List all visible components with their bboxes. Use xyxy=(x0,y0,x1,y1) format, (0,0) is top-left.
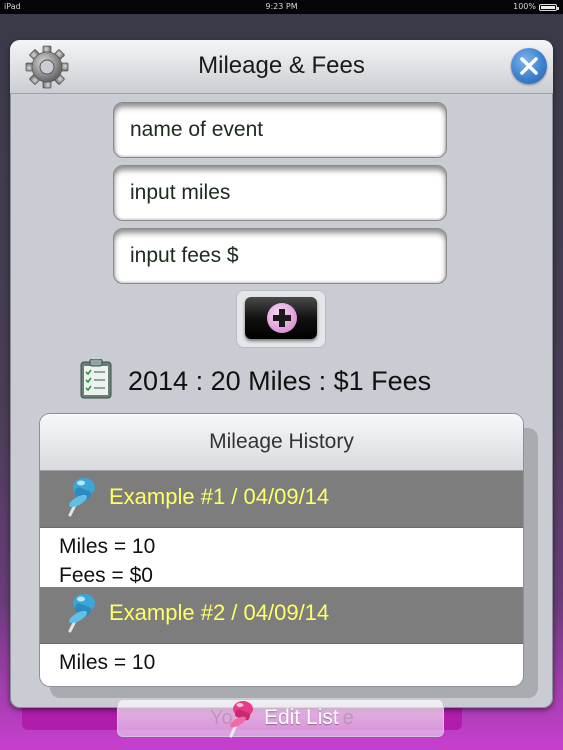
clock: 9:23 PM xyxy=(265,2,298,11)
pushpin-icon xyxy=(229,701,253,738)
miles-field[interactable]: input miles xyxy=(113,165,447,221)
entry-fees: Fees = $0 xyxy=(59,564,153,587)
history-entry-details[interactable]: Miles = 10 xyxy=(40,644,523,686)
status-bar: iPad 9:23 PM 100% xyxy=(0,0,563,14)
mileage-panel: Mileage & Fees name of event input miles… xyxy=(10,40,553,708)
pushpin-icon xyxy=(68,478,95,517)
page-title: Mileage & Fees xyxy=(198,52,365,79)
entry-miles: Miles = 10 xyxy=(59,535,156,558)
edit-list-button[interactable]: Yo e Edit List xyxy=(117,699,444,738)
panel-header: Mileage & Fees xyxy=(10,40,553,94)
mileage-history-list: Mileage History Example #1 / 04/09/14 Mi… xyxy=(40,414,523,686)
fees-field[interactable]: input fees $ xyxy=(113,228,447,284)
event-name-field[interactable]: name of event xyxy=(113,102,447,158)
battery-percent: 100% xyxy=(513,2,536,11)
history-entry-header[interactable]: Example #1 / 04/09/14 xyxy=(40,471,523,528)
history-title: Mileage History xyxy=(40,414,523,471)
history-entry-details[interactable]: Miles = 10 Fees = $0 xyxy=(40,528,523,587)
history-entry-title: Example #2 / 04/09/14 xyxy=(109,600,330,625)
history-entry-header[interactable]: Example #2 / 04/09/14 xyxy=(40,587,523,644)
add-entry-button[interactable] xyxy=(236,290,326,348)
clipboard-checklist-icon xyxy=(80,359,112,399)
edit-list-label: Edit List xyxy=(264,706,339,729)
entry-miles: Miles = 10 xyxy=(59,651,156,674)
pushpin-icon xyxy=(68,594,95,633)
battery-icon xyxy=(539,3,559,11)
plus-icon xyxy=(267,303,297,333)
summary-text: 2014 : 20 Miles : $1 Fees xyxy=(128,366,432,396)
close-icon xyxy=(520,57,538,75)
battery-indicator: 100% xyxy=(513,0,559,14)
close-button[interactable] xyxy=(511,48,547,84)
history-entry-title: Example #1 / 04/09/14 xyxy=(109,484,330,509)
